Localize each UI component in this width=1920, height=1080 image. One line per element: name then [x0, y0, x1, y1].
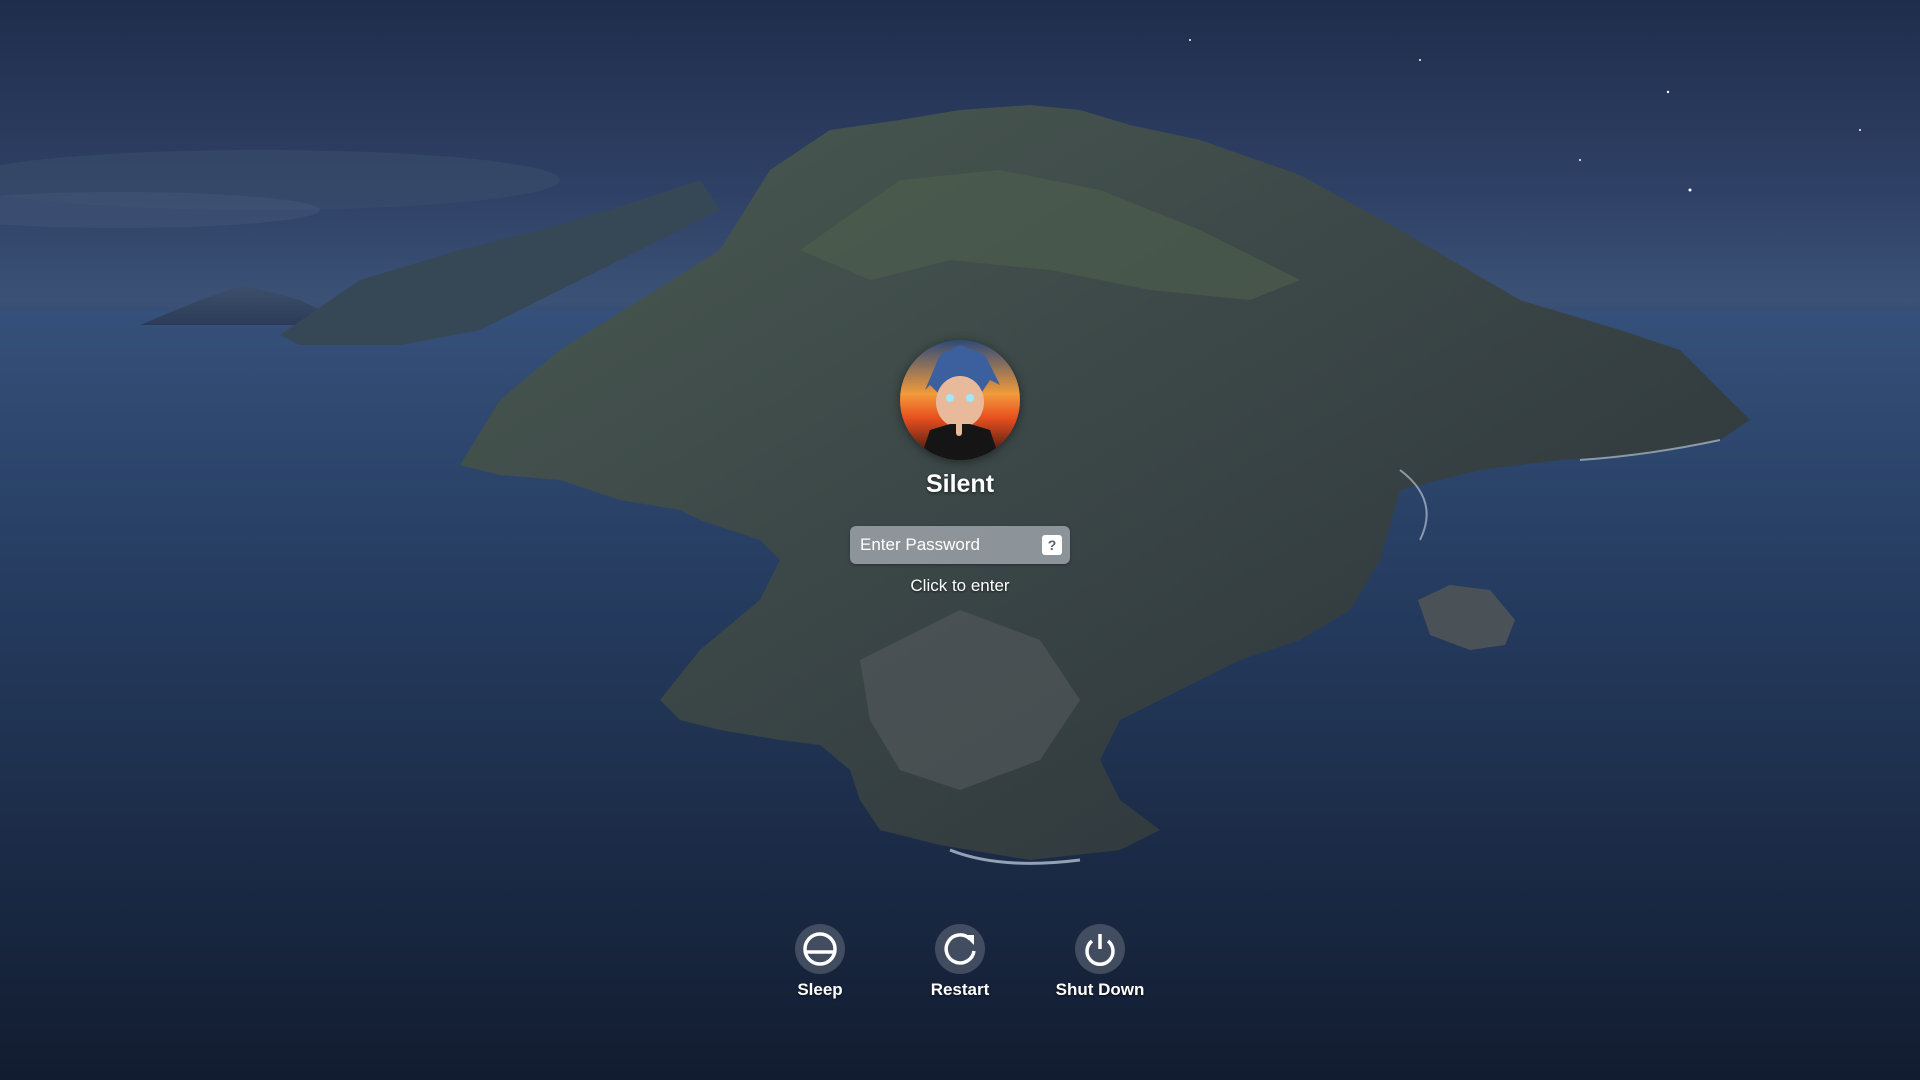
password-input[interactable]: [850, 526, 1040, 564]
restart-button[interactable]: Restart: [900, 924, 1020, 1000]
shut-down-button[interactable]: Shut Down: [1040, 924, 1160, 1000]
click-to-enter-hint: Click to enter: [910, 576, 1010, 595]
sleep-button[interactable]: Sleep: [760, 924, 880, 1000]
restart-label: Restart: [930, 980, 990, 999]
password-field-container[interactable]: ?: [850, 526, 1070, 564]
restart-icon: [935, 924, 985, 974]
avatar-image: [900, 340, 1020, 460]
power-icon: [1075, 924, 1125, 974]
user-avatar[interactable]: [900, 340, 1020, 460]
sleep-icon: [795, 924, 845, 974]
password-hint-button[interactable]: ?: [1042, 535, 1062, 555]
sleep-label: Sleep: [797, 980, 843, 999]
shut-down-label: Shut Down: [1055, 980, 1145, 999]
user-name: Silent: [925, 470, 995, 498]
login-screen: Silent ? Click to enter Sleep Restart Sh…: [0, 0, 1920, 1080]
